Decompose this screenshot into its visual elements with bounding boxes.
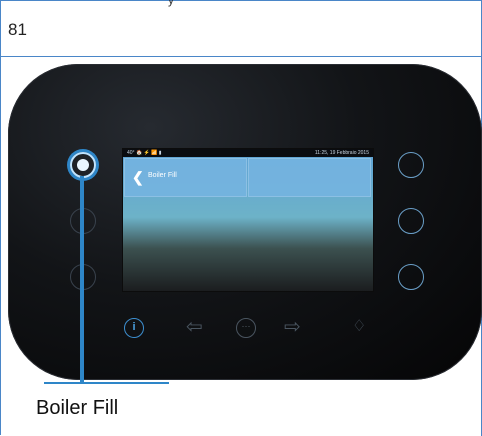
arrow-left-icon[interactable]: ⇦ (186, 316, 203, 338)
boiler-fill-tile[interactable]: ❮ Boiler Fill (124, 158, 247, 197)
arrow-right-icon[interactable]: ⇨ (284, 316, 301, 338)
status-bar: 40° 🏠 ⚡ 📶 ▮ 11:25, 19 Febbraio 2015 (123, 149, 373, 157)
callout-label: Boiler Fill (36, 397, 119, 419)
right-button-1[interactable] (398, 152, 424, 178)
water-drop-icon[interactable]: ♢ (352, 316, 366, 338)
right-button-3[interactable] (398, 264, 424, 290)
page-number: 81 (8, 20, 27, 39)
header-fragment: y (168, 0, 174, 7)
callout-leader-line (80, 176, 84, 383)
header-divider (0, 56, 481, 57)
left-button-1-selected[interactable] (70, 152, 96, 178)
info-icon[interactable]: i (124, 318, 144, 338)
right-button-2[interactable] (398, 208, 424, 234)
empty-tile (248, 158, 371, 197)
chevron-left-icon: ❮ (132, 169, 144, 185)
tile-label: Boiler Fill (148, 172, 177, 179)
status-datetime: 11:25, 19 Febbraio 2015 (314, 150, 369, 156)
callout-underline (44, 382, 169, 384)
display-screen: 40° 🏠 ⚡ 📶 ▮ 11:25, 19 Febbraio 2015 ❮ Bo… (122, 148, 374, 292)
more-icon[interactable]: ··· (236, 318, 256, 338)
status-icons: 40° 🏠 ⚡ 📶 ▮ (127, 150, 162, 156)
